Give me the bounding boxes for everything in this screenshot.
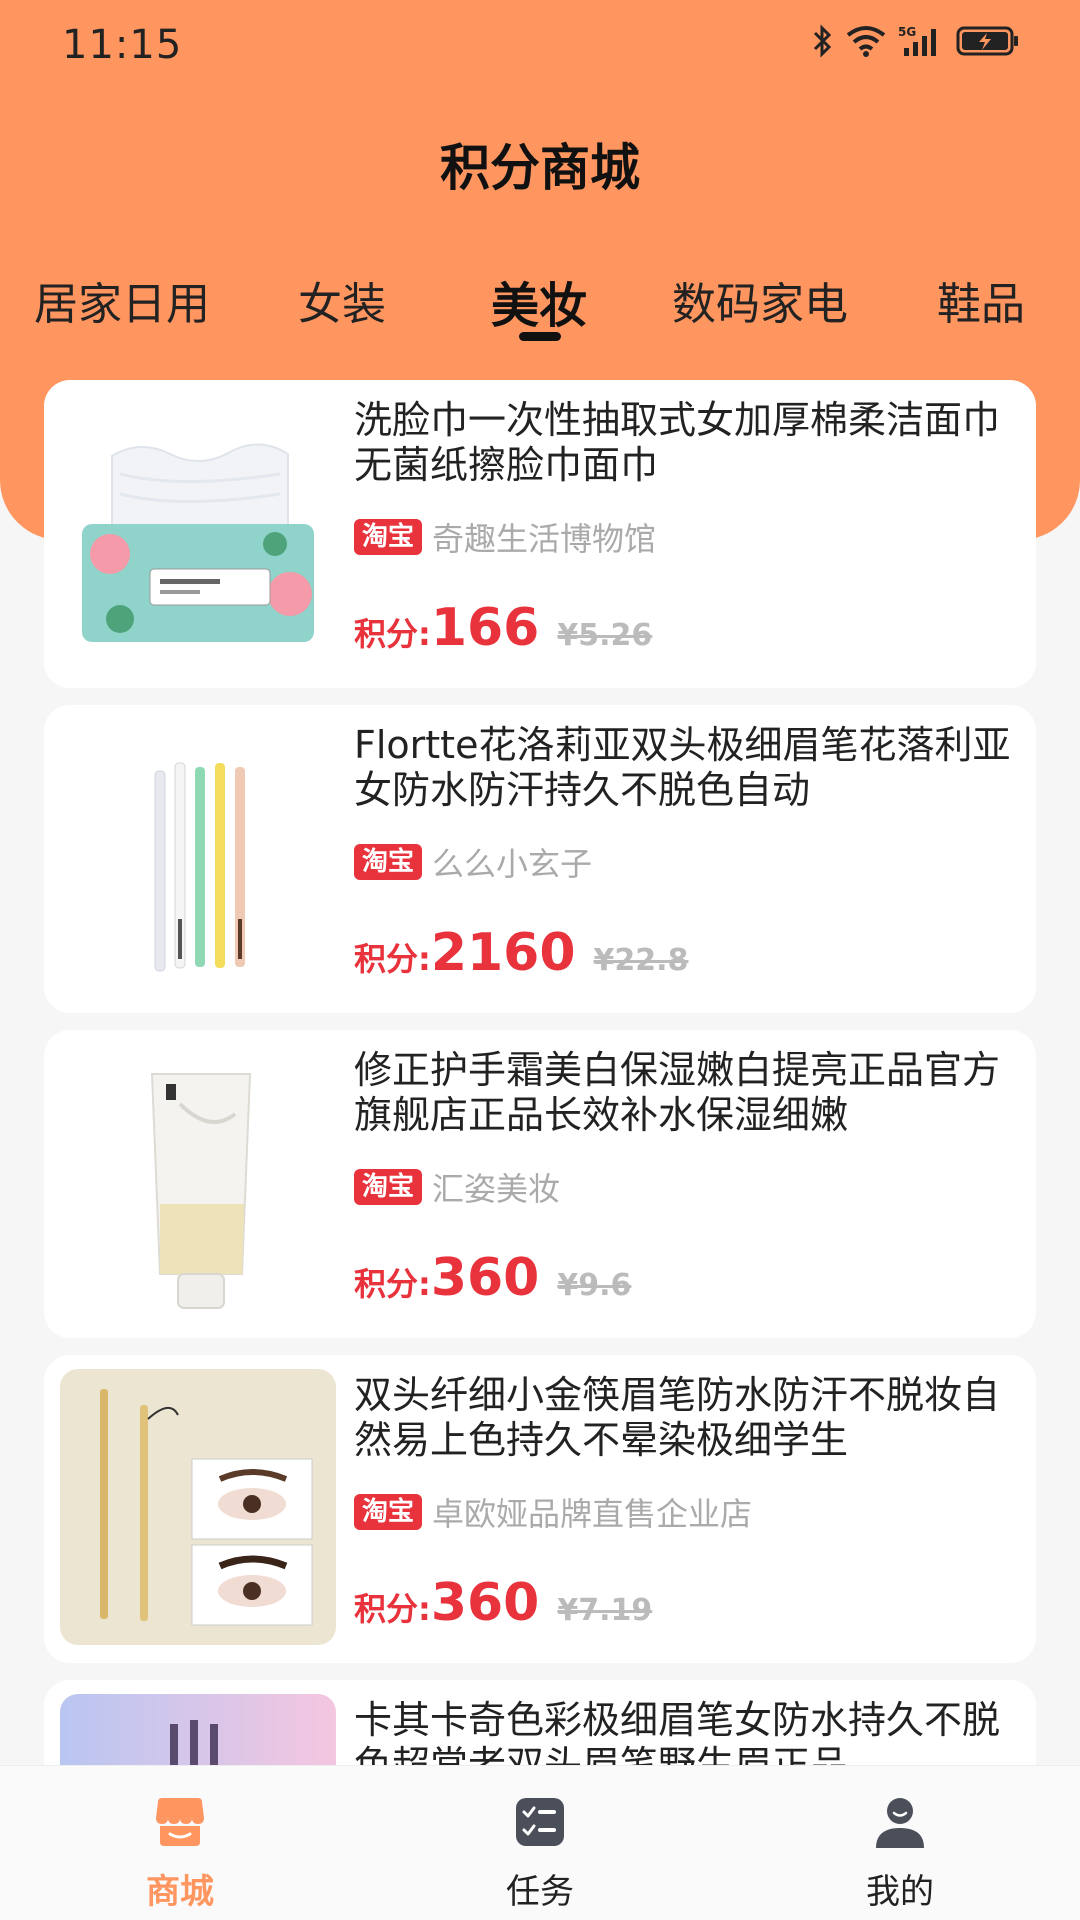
- nav-profile[interactable]: 我的: [800, 1794, 1000, 1913]
- shop-row: 淘宝 汇姿美妆: [354, 1164, 560, 1210]
- taobao-badge: 淘宝: [354, 519, 423, 555]
- nav-mall-label: 商城: [146, 1872, 214, 1912]
- battery-charging-icon: [956, 26, 1018, 56]
- shop-name: 卓欧娅品牌直售企业店: [432, 1495, 753, 1533]
- bluetooth-icon: [813, 24, 832, 58]
- svg-text:5G: 5G: [898, 25, 916, 39]
- page-title: 积分商城: [440, 139, 640, 197]
- category-tabs: 居家日用 女装 美妆 数码家电 鞋品: [0, 268, 1080, 358]
- task-list-icon: [516, 1798, 564, 1846]
- original-price: ¥9.6: [557, 1268, 632, 1303]
- product-name: 洗脸巾一次性抽取式女加厚棉柔洁面巾无菌纸擦脸巾面巾: [354, 398, 1001, 487]
- product-image: [60, 1694, 336, 1765]
- points-value: 360: [430, 1573, 540, 1633]
- product-name: 修正护手霜美白保湿嫩白提亮正品官方旗舰店正品长效补水保湿细嫩: [354, 1048, 1001, 1137]
- product-name: 双头纤细小金筷眉笔防水防汗不脱妆自然易上色持久不晕染极细学生: [354, 1373, 1001, 1462]
- original-price: ¥5.26: [557, 618, 653, 653]
- points-label: 积分:: [354, 615, 431, 653]
- points-mall-screen: 11:15 5G 积分商城 居家日用 女装 美妆 数码家电 鞋品 洗脸巾一次性抽…: [0, 0, 1080, 1920]
- points-value: 166: [430, 598, 540, 658]
- points-value: 2160: [430, 923, 576, 983]
- shop-row: 淘宝 卓欧娅品牌直售企业店: [354, 1489, 752, 1535]
- product-list[interactable]: 洗脸巾一次性抽取式女加厚棉柔洁面巾无菌纸擦脸巾面巾 淘宝 奇趣生活博物馆 积分:…: [44, 380, 1036, 1765]
- wifi-icon: [846, 26, 886, 57]
- taobao-badge: 淘宝: [354, 1169, 423, 1205]
- price-row: 积分: 2160 ¥22.8: [354, 923, 688, 983]
- shop-name: 奇趣生活博物馆: [432, 520, 657, 558]
- shop-row: 淘宝 么么小玄子: [354, 839, 592, 885]
- status-time: 11:15: [62, 22, 183, 68]
- original-price: ¥7.19: [557, 1593, 653, 1628]
- price-row: 积分: 166 ¥5.26: [354, 598, 652, 658]
- status-icons: 5G: [812, 24, 1020, 58]
- tab-beauty[interactable]: 美妆: [491, 266, 587, 336]
- price-row: 积分: 360 ¥7.19: [354, 1573, 652, 1633]
- nav-profile-label: 我的: [866, 1872, 934, 1912]
- profile-icon: [876, 1798, 924, 1848]
- nav-tasks-label: 任务: [506, 1872, 574, 1912]
- product-card[interactable]: 卡其卡奇色彩极细眉笔女防水持久不脱色超常老双头眉笔野生眉正品: [44, 1680, 1036, 1765]
- nav-mall[interactable]: 商城: [80, 1794, 280, 1913]
- product-image: [60, 719, 336, 995]
- tab-digital-appliances[interactable]: 数码家电: [672, 268, 848, 332]
- status-bar: 11:15 5G: [0, 0, 1080, 90]
- points-value: 360: [430, 1248, 540, 1308]
- points-label: 积分:: [354, 940, 431, 978]
- original-price: ¥22.8: [593, 943, 689, 978]
- tab-womens-clothing[interactable]: 女装: [298, 268, 386, 332]
- tab-home-daily[interactable]: 居家日用: [34, 268, 210, 332]
- active-tab-indicator: [519, 332, 561, 341]
- shop-name: 么么小玄子: [432, 845, 593, 883]
- price-row: 积分: 360 ¥9.6: [354, 1248, 631, 1308]
- signal-5g-icon: 5G: [898, 25, 936, 56]
- product-card[interactable]: 双头纤细小金筷眉笔防水防汗不脱妆自然易上色持久不晕染极细学生 淘宝 卓欧娅品牌直…: [44, 1355, 1036, 1663]
- points-label: 积分:: [354, 1265, 431, 1303]
- nav-tasks[interactable]: 任务: [440, 1794, 640, 1913]
- product-card[interactable]: Flortte花洛莉亚双头极细眉笔花落利亚女防水防汗持久不脱色自动 淘宝 么么小…: [44, 705, 1036, 1013]
- product-card[interactable]: 修正护手霜美白保湿嫩白提亮正品官方旗舰店正品长效补水保湿细嫩 淘宝 汇姿美妆 积…: [44, 1030, 1036, 1338]
- points-label: 积分:: [354, 1590, 431, 1628]
- shop-name: 汇姿美妆: [432, 1170, 561, 1208]
- shop-row: 淘宝 奇趣生活博物馆: [354, 514, 656, 560]
- tab-shoes[interactable]: 鞋品: [937, 268, 1025, 332]
- store-icon: [156, 1798, 204, 1846]
- product-card[interactable]: 洗脸巾一次性抽取式女加厚棉柔洁面巾无菌纸擦脸巾面巾 淘宝 奇趣生活博物馆 积分:…: [44, 380, 1036, 688]
- product-name: 卡其卡奇色彩极细眉笔女防水持久不脱色超常老双头眉笔野生眉正品: [354, 1698, 1001, 1765]
- product-image: [60, 1369, 336, 1645]
- taobao-badge: 淘宝: [354, 1494, 423, 1530]
- product-image: [60, 394, 336, 670]
- product-name: Flortte花洛莉亚双头极细眉笔花落利亚女防水防汗持久不脱色自动: [354, 723, 1011, 812]
- taobao-badge: 淘宝: [354, 844, 423, 880]
- product-image: [60, 1044, 336, 1320]
- bottom-navigation: 商城 任务 我的: [0, 1765, 1080, 1920]
